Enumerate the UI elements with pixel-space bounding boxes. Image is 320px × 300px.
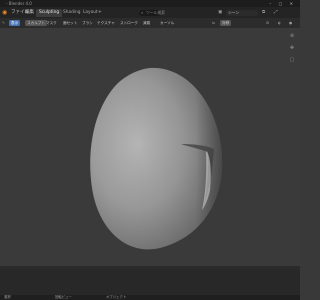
pan-icon[interactable]: ✥ — [287, 42, 297, 54]
search-icon: ⌕ — [141, 10, 144, 15]
mask-menu[interactable]: マスク — [46, 20, 57, 26]
cursor-menu[interactable]: カーソル — [160, 20, 174, 26]
blender-logo-icon[interactable]: ◉ — [2, 7, 7, 18]
shading-icon[interactable]: ● — [289, 20, 292, 26]
search-placeholder: ツール検索 — [146, 10, 165, 15]
window-controls[interactable]: – ▢ ✕ — [269, 0, 296, 7]
mode-selector[interactable]: 表示 — [9, 20, 21, 26]
sculpt-mesh-head — [90, 67, 223, 250]
3d-viewport[interactable]: ⊕ ✥ ▢ — [0, 28, 300, 266]
window-title: - Blender 4.0 — [6, 1, 32, 6]
overlay-icon[interactable]: ◐ — [278, 20, 281, 26]
brush-menu[interactable]: ブラシ — [82, 20, 93, 26]
viewport-canvas — [90, 67, 223, 250]
options-icon[interactable]: ⚙ — [266, 20, 269, 26]
expand-icon[interactable]: ⤢ — [274, 7, 278, 18]
status-select: 選択 — [4, 295, 11, 299]
search-input[interactable]: ⌕ ツール検索 — [139, 10, 165, 16]
texture-menu[interactable]: テクスチャ — [97, 20, 115, 26]
symmetry-icon[interactable]: ⇋ — [212, 20, 215, 26]
tool-header: ✎ 表示 スカルプト マスク 面セット ブラシ テクスチャ ストローク 減衰 カ… — [0, 18, 300, 28]
menu-edit[interactable]: 編集 — [25, 7, 34, 18]
view-layer-icon[interactable]: ⧉ — [262, 7, 265, 18]
face-sets-menu[interactable]: 面セット — [63, 20, 77, 26]
stroke-menu[interactable]: ストローク — [120, 20, 138, 26]
status-rotate-view: 回転ビュー — [55, 295, 72, 299]
timeline-strip — [0, 266, 300, 270]
camera-icon[interactable]: ▢ — [287, 54, 297, 66]
scene-selector[interactable]: シーン — [226, 10, 258, 16]
zoom-icon[interactable]: ⊕ — [287, 30, 297, 42]
tab-sculpting[interactable]: Sculpting — [36, 9, 63, 17]
scene-name: シーン — [228, 10, 240, 15]
add-workspace-button[interactable]: + — [98, 7, 102, 18]
viewport-navigation: ⊕ ✥ ▢ — [287, 30, 297, 66]
sculpt-menu[interactable]: スカルプト — [25, 20, 47, 26]
status-object: オブジェクト — [106, 295, 127, 299]
symmetry-button[interactable]: 対称 — [220, 20, 232, 26]
falloff-menu[interactable]: 減衰 — [143, 20, 150, 26]
scene-icon: ▣ — [218, 10, 223, 15]
title-bar: - Blender 4.0 – ▢ ✕ — [0, 0, 300, 7]
menu-bar: ◉ ファイル 編集 Sculpting Shading Layout + ⌕ ツ… — [0, 7, 300, 18]
brush-icon[interactable]: ✎ — [2, 20, 5, 26]
status-bar: 選択 回転ビュー オブジェクト — [0, 295, 300, 300]
status-area: 選択 回転ビュー オブジェクト — [0, 266, 300, 300]
